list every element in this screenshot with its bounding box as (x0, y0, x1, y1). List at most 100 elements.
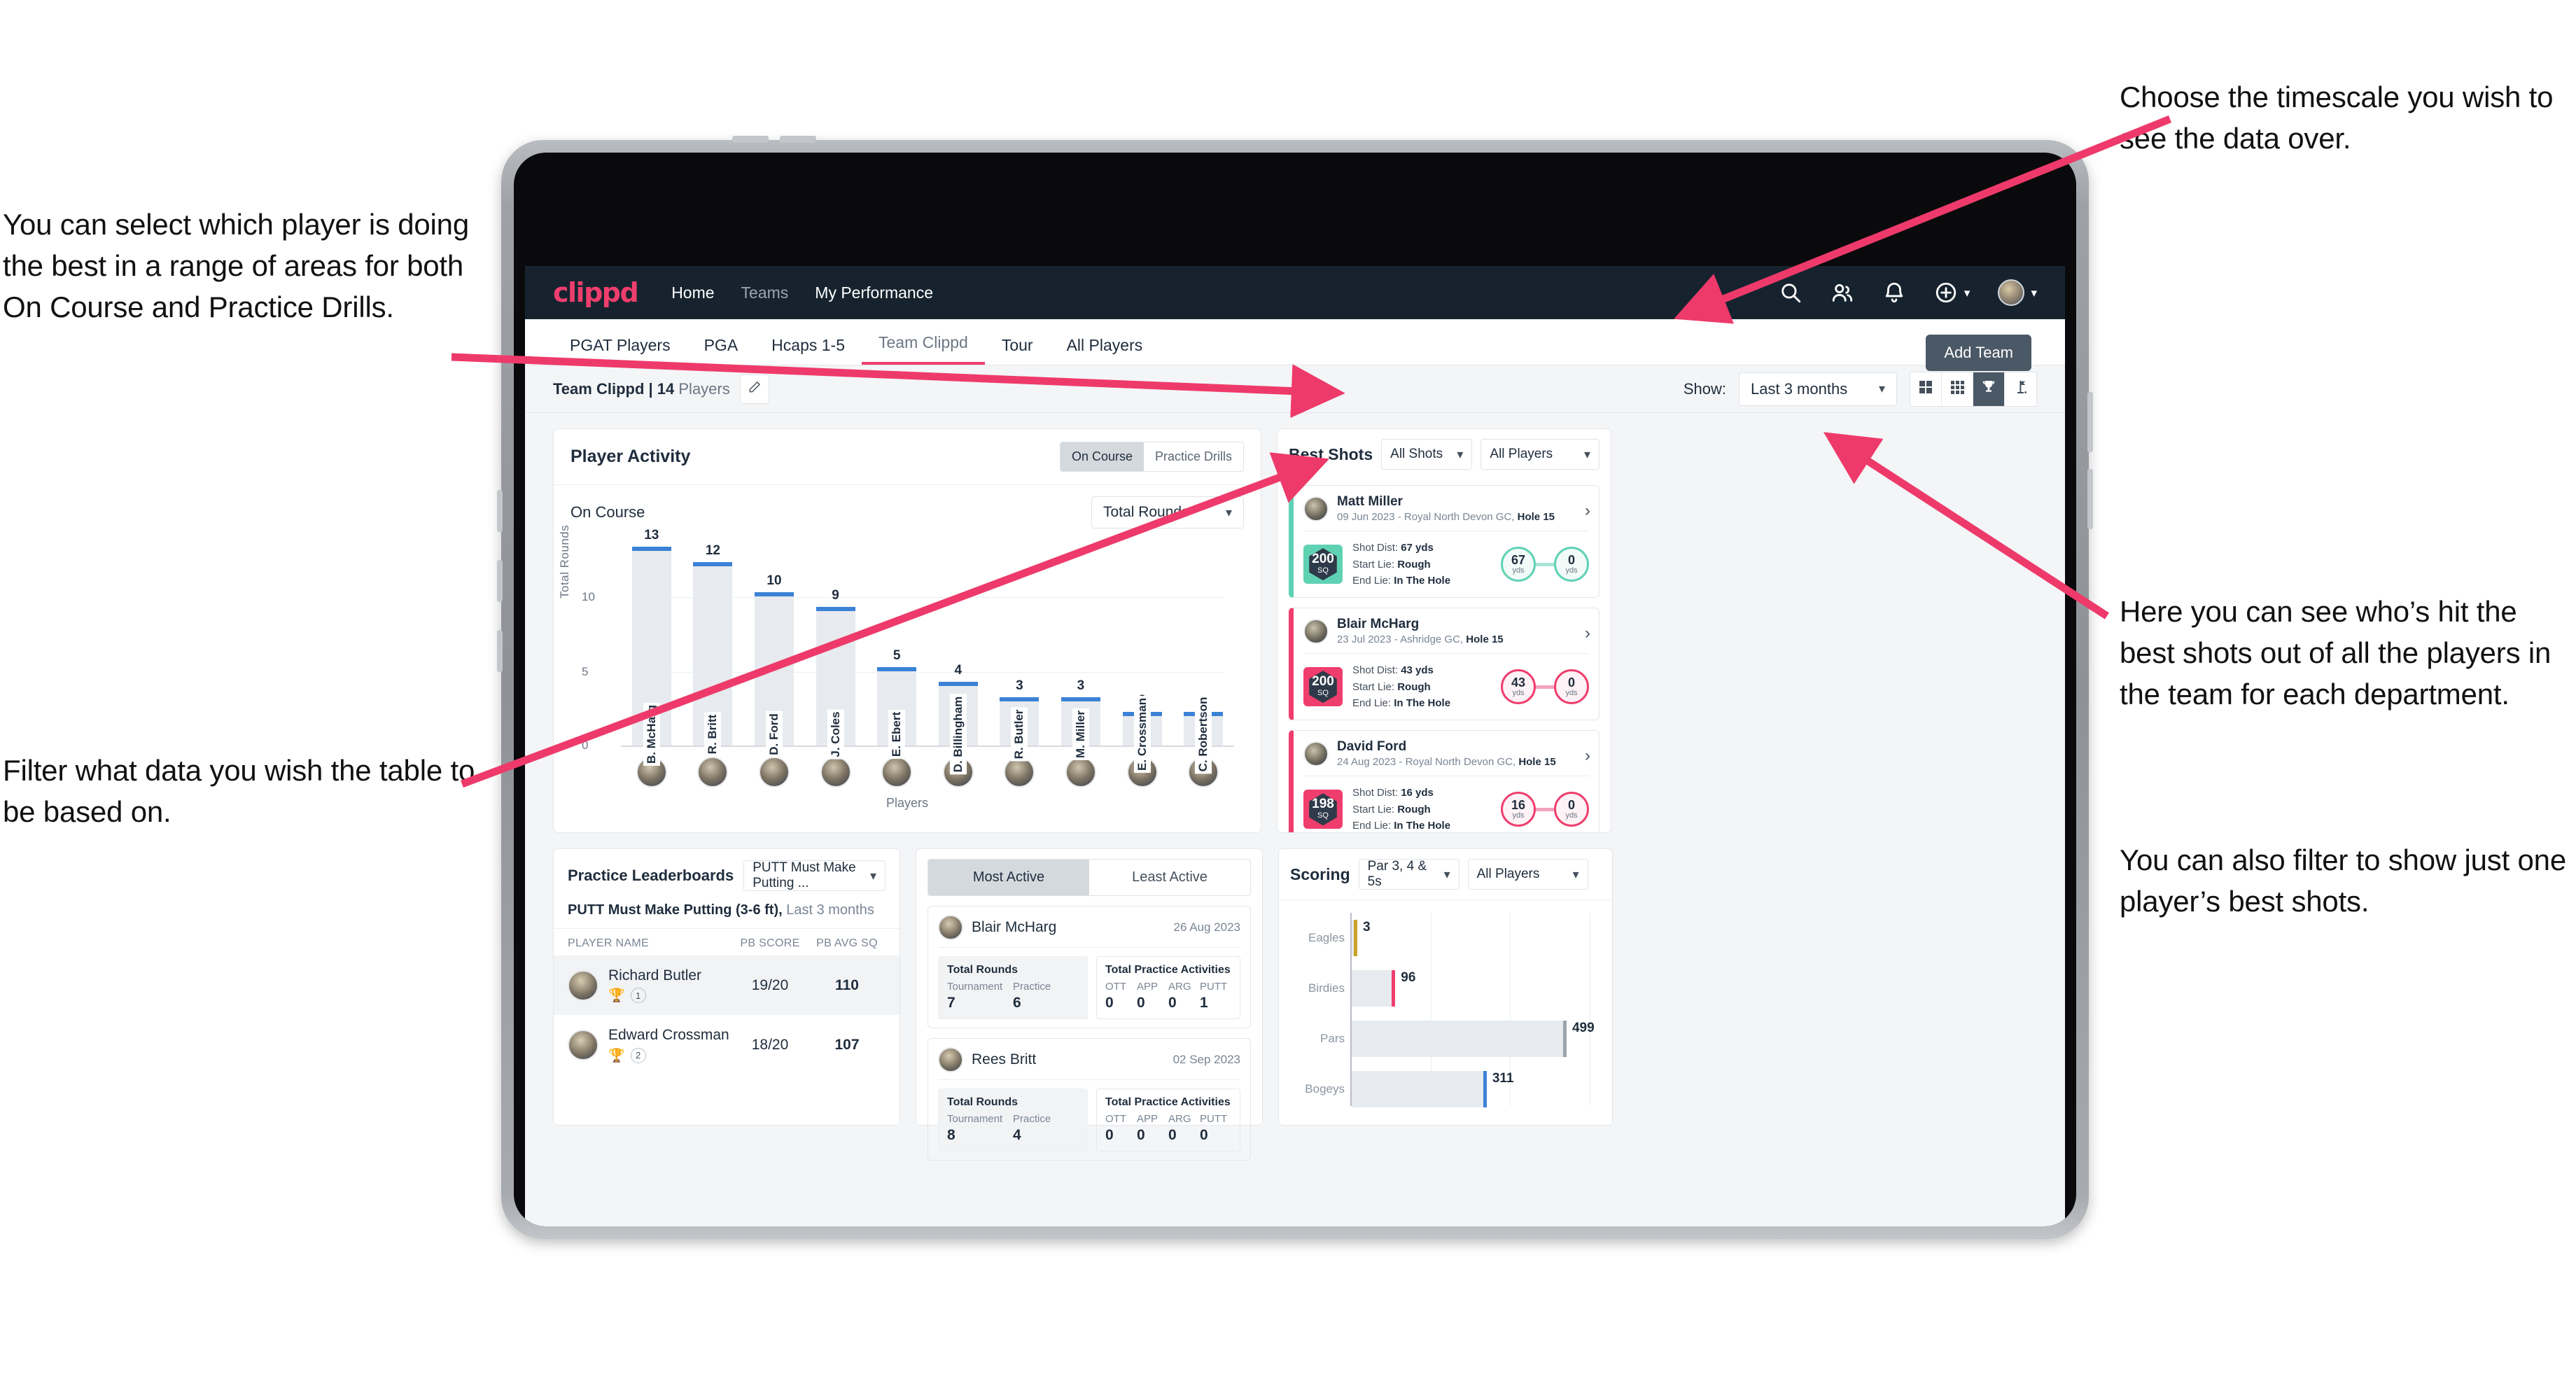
practice-leaderboards-header: Practice Leaderboards PUTT Must Make Put… (554, 849, 899, 902)
tab-hcaps-1-5[interactable]: Hcaps 1-5 (755, 336, 862, 365)
people-icon[interactable] (1830, 281, 1854, 304)
chevron-down-icon: ▾ (1457, 447, 1464, 461)
bell-icon[interactable] (1882, 281, 1906, 304)
view-toggle-grid-9[interactable] (1942, 372, 1973, 406)
best-shots-shot-filter[interactable]: All Shots ▾ (1381, 439, 1473, 470)
scoring-bar-group[interactable]: Pars 499 (1320, 1021, 1595, 1057)
chart-bar-group[interactable]: 3 R. Butler (989, 678, 1051, 762)
activity-player-card[interactable]: Blair McHarg 26 Aug 2023 Total Rounds Tourn… (927, 906, 1251, 1028)
avatar[interactable] (881, 757, 913, 788)
shot-distance-diagram: 67 yds 0 yds (1501, 547, 1589, 582)
chart-bar-cap (877, 666, 917, 671)
chart-x-axis-label: Players (886, 796, 929, 810)
avatar[interactable] (697, 757, 729, 788)
avatar[interactable] (1004, 757, 1035, 788)
activity-card-body: Total Rounds Tournament 8 Practice 4 Total Pr… (938, 1080, 1240, 1152)
avatar[interactable] (758, 757, 790, 788)
hexagon-icon: 198 SQ (1309, 793, 1337, 826)
chart-bar-group[interactable]: 10 D. Ford (743, 573, 805, 757)
activity-practice-stat: PUTT 1 (1200, 981, 1228, 1011)
scoring-bar-group[interactable]: Birdies 96 (1308, 970, 1415, 1007)
drill-select[interactable]: PUTT Must Make Putting ... ▾ (743, 860, 886, 891)
chart-bar-group[interactable]: 3 M. Miller (1050, 678, 1112, 761)
chart-bar-label: D. Billingham (949, 694, 967, 775)
activity-round-stat: Practice 6 (1013, 981, 1051, 1011)
nav-link-home[interactable]: Home (671, 284, 714, 302)
activity-card-body: Total Rounds Tournament 7 Practice 6 Total Pr… (938, 948, 1240, 1019)
scoring-par-select[interactable]: Par 3, 4 & 5s ▾ (1358, 859, 1460, 890)
scoring-player-select[interactable]: All Players ▾ (1467, 859, 1588, 890)
segment-practice-drills[interactable]: Practice Drills (1143, 442, 1243, 471)
avatar[interactable] (1998, 279, 2025, 306)
tab-least-active[interactable]: Least Active (1089, 860, 1250, 895)
avatar (1303, 496, 1329, 522)
timescale-select[interactable]: Last 3 months ▾ (1739, 372, 1897, 406)
table-row[interactable]: Edward Crossman 🏆 2 18/20 107 (554, 1015, 899, 1074)
chart-bar-group[interactable]: 13 B. McHarg (621, 528, 682, 766)
annotation-right-top: Choose the timescale you wish to see the… (2120, 80, 2554, 155)
chevron-right-icon[interactable]: › (1585, 624, 1590, 643)
tab-tour[interactable]: Tour (985, 336, 1050, 365)
device-button-left-3 (497, 630, 503, 672)
profile-menu[interactable]: ▾ (1998, 279, 2037, 306)
chevron-down-icon: ▾ (1443, 867, 1450, 881)
avatar[interactable] (1065, 757, 1096, 788)
tab-all-players[interactable]: All Players (1050, 336, 1160, 365)
best-shot-card[interactable]: Matt Miller 09 Jun 2023 - Royal North Dev… (1289, 485, 1600, 598)
team-separator: | (644, 379, 657, 398)
activity-player-card[interactable]: Rees Britt 02 Sep 2023 Total Rounds Tournam… (927, 1038, 1251, 1161)
nav-link-teams[interactable]: Teams (741, 284, 789, 302)
chart-bar-group[interactable]: 12 R. Britt (682, 543, 744, 757)
add-menu[interactable]: ▾ (1934, 281, 1970, 304)
tab-team-clippd[interactable]: Team Clippd (862, 333, 985, 365)
avatar[interactable] (820, 757, 851, 788)
nav-link-my-performance[interactable]: My Performance (815, 284, 933, 302)
total-rounds-title: Total Rounds (947, 1096, 1018, 1108)
tab-pgat-players[interactable]: PGAT Players (553, 336, 687, 365)
leaderboard-player-info: Edward Crossman 🏆 2 (608, 1026, 729, 1063)
device-button-left-1 (497, 490, 503, 532)
player-activity-title: Player Activity (570, 447, 691, 466)
chevron-right-icon[interactable]: › (1585, 746, 1590, 766)
edit-team-button[interactable] (739, 374, 769, 404)
chart-bar-group[interactable]: 4 D. Billingham (927, 663, 989, 775)
chart-bar-group[interactable]: 5 E. Ebert (866, 648, 927, 760)
chart-bar-group[interactable]: 2C. Robertson (1172, 693, 1234, 774)
chart-bar-label: M. Miller (1072, 708, 1089, 761)
scoring-bar-cap (1354, 920, 1357, 956)
best-shot-identity: David Ford 24 Aug 2023 - Royal North Devo… (1337, 739, 1556, 769)
scoring-bar[interactable]: 311 (1352, 1071, 1513, 1107)
leaderboard-pb-avg-sq: 110 (835, 976, 859, 993)
metric-select[interactable]: Total Rounds ▾ (1091, 496, 1244, 528)
activity-round-stat: Practice 4 (1013, 1113, 1051, 1143)
tab-most-active[interactable]: Most Active (928, 860, 1089, 895)
chart-bar-group[interactable]: 9 J. Coles (805, 588, 867, 760)
scoring-bar[interactable]: 3 (1352, 920, 1371, 956)
chevron-right-icon[interactable]: › (1585, 501, 1590, 521)
chart-bar-cap (1000, 696, 1040, 701)
tab-pga[interactable]: PGA (687, 336, 755, 365)
chart-bar-label: E. Crossman (1133, 696, 1151, 773)
best-shot-card[interactable]: David Ford 24 Aug 2023 - Royal North Devo… (1289, 730, 1600, 832)
segment-on-course[interactable]: On Course (1060, 442, 1144, 471)
scoring-bar-group[interactable]: Eagles 3 (1308, 920, 1371, 956)
plus-circle-icon[interactable] (1934, 281, 1958, 304)
best-shots-card: Best Shots All Shots ▾ All Players ▾ Mat… (1277, 428, 1611, 833)
add-team-button[interactable]: Add Team (1926, 335, 2031, 371)
chart-bar-group[interactable]: 2E. Crossman (1112, 693, 1173, 773)
view-toggle-flag[interactable] (2005, 372, 2036, 406)
best-shot-facts: Shot Dist: 67 yds Start Lie: Rough End Lie… (1352, 540, 1450, 589)
best-shot-card[interactable]: Blair McHarg 23 Jul 2023 - Ashridge GC, H… (1289, 608, 1600, 721)
scoring-bar-group[interactable]: Bogeys 311 (1305, 1071, 1513, 1107)
table-row[interactable]: Richard Butler 🏆 1 19/20 110 (554, 955, 899, 1016)
search-icon[interactable] (1779, 281, 1802, 304)
shot-path-line (1536, 562, 1554, 566)
view-toggle-grid-4[interactable] (1910, 372, 1942, 406)
trophy-icon (1980, 379, 1997, 399)
grid-9-icon (1949, 379, 1966, 399)
view-toggle-trophy[interactable] (1973, 372, 2005, 406)
scoring-bar[interactable]: 96 (1352, 970, 1415, 1007)
clippd-logo[interactable]: clippd (553, 277, 639, 308)
best-shots-player-filter[interactable]: All Players ▾ (1480, 439, 1600, 470)
scoring-bar[interactable]: 499 (1352, 1021, 1595, 1057)
